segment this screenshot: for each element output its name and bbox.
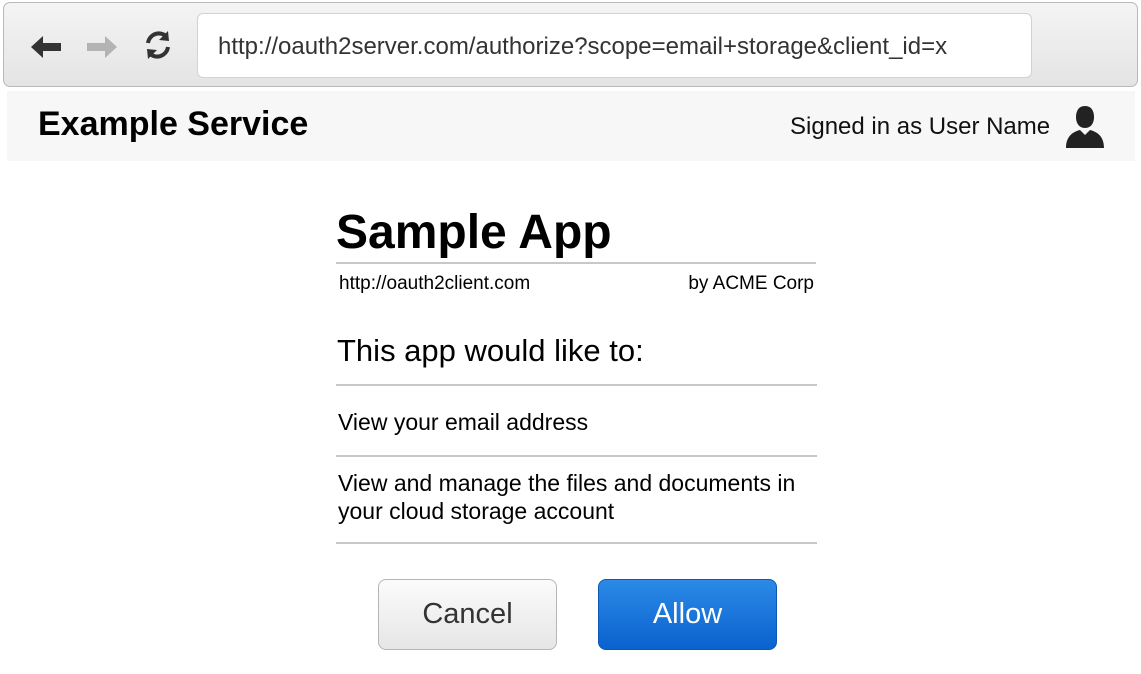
reload-icon — [146, 31, 170, 59]
permission-item-storage: View and manage the files and documents … — [338, 470, 796, 524]
divider — [336, 262, 816, 264]
app-name: Sample App — [336, 206, 612, 259]
permissions-heading: This app would like to: — [337, 333, 644, 368]
forward-button[interactable] — [84, 31, 120, 63]
service-name: Example Service — [38, 105, 309, 143]
address-bar[interactable]: http://oauth2server.com/authorize?scope=… — [197, 13, 1032, 78]
service-header: Example Service Signed in as User Name — [7, 91, 1135, 161]
permission-item-email: View your email address — [338, 409, 589, 435]
app-vendor: by ACME Corp — [688, 273, 814, 294]
cancel-button[interactable]: Cancel — [378, 579, 557, 650]
arrow-right-icon — [87, 36, 117, 58]
reload-button[interactable] — [140, 29, 176, 61]
divider — [336, 542, 817, 544]
browser-toolbar: http://oauth2server.com/authorize?scope=… — [3, 2, 1138, 87]
divider — [336, 384, 817, 386]
signed-in-status: Signed in as User Name — [790, 113, 1051, 140]
user-silhouette-icon[interactable] — [1064, 104, 1106, 148]
back-button[interactable] — [28, 31, 64, 63]
arrow-left-icon — [31, 36, 61, 58]
app-url: http://oauth2client.com — [339, 273, 531, 294]
divider — [336, 455, 817, 457]
allow-button[interactable]: Allow — [598, 579, 777, 650]
